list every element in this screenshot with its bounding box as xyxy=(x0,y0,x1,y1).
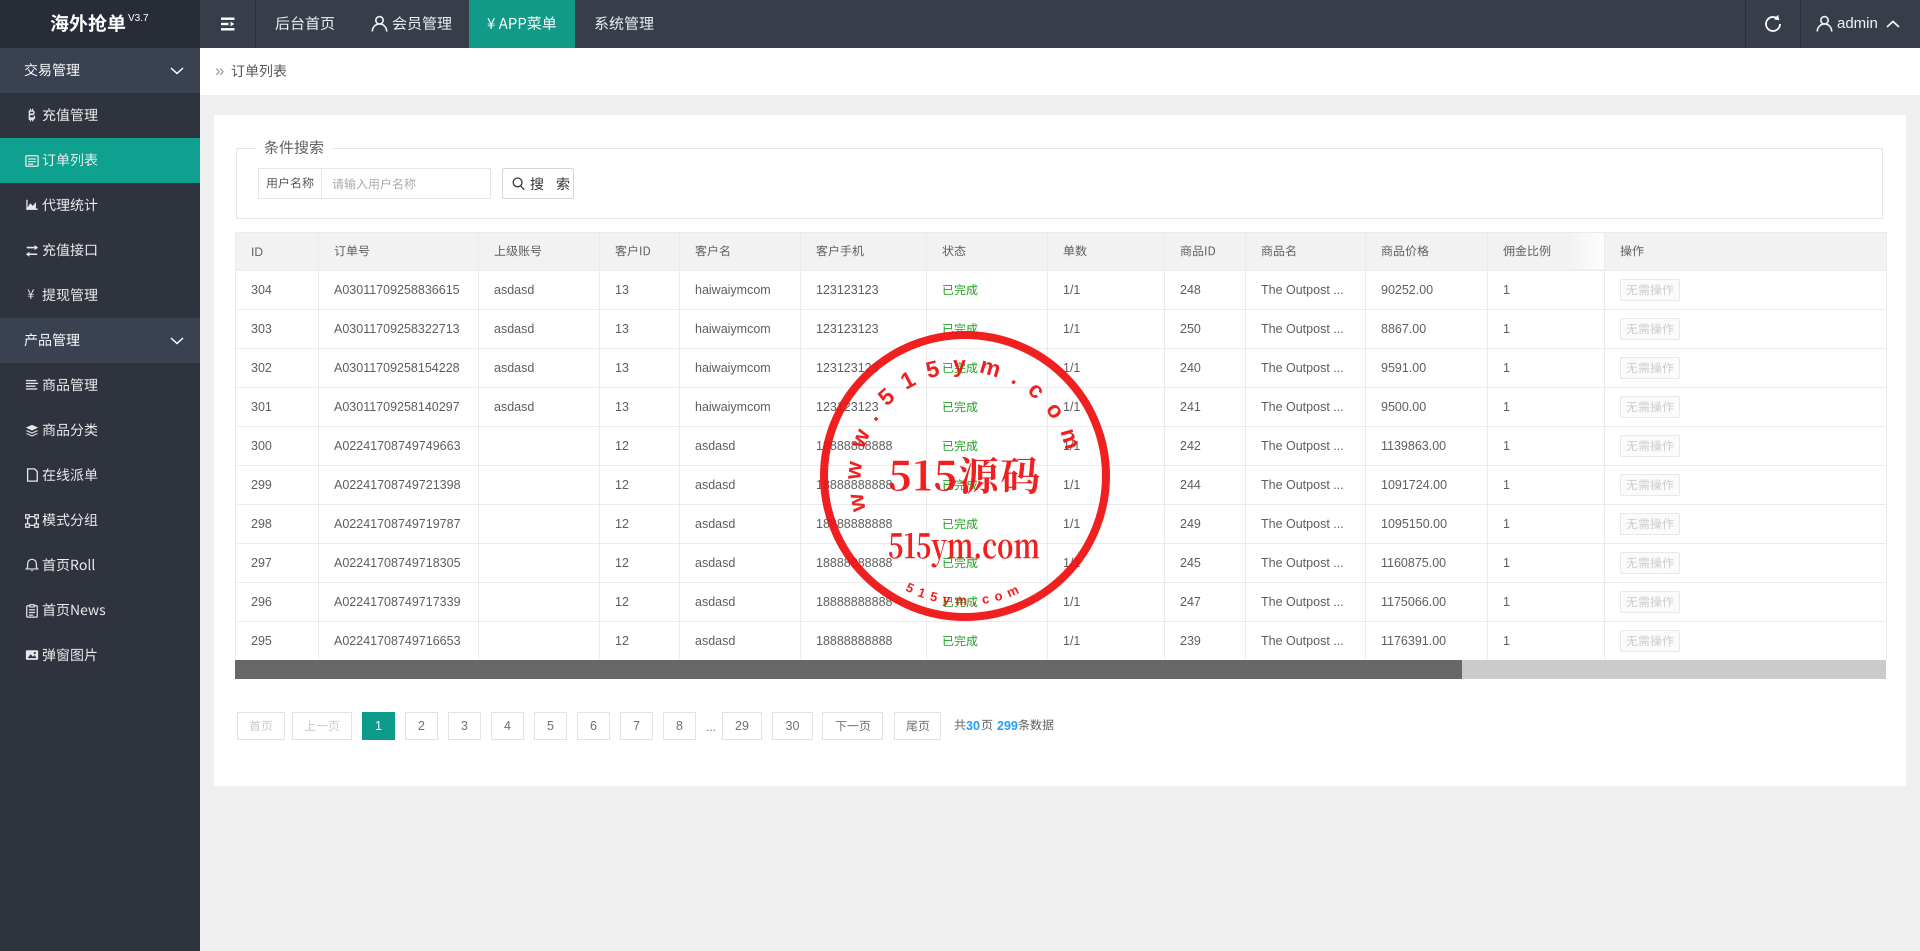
svg-text:515ym.com: 515ym.com xyxy=(904,579,1027,608)
